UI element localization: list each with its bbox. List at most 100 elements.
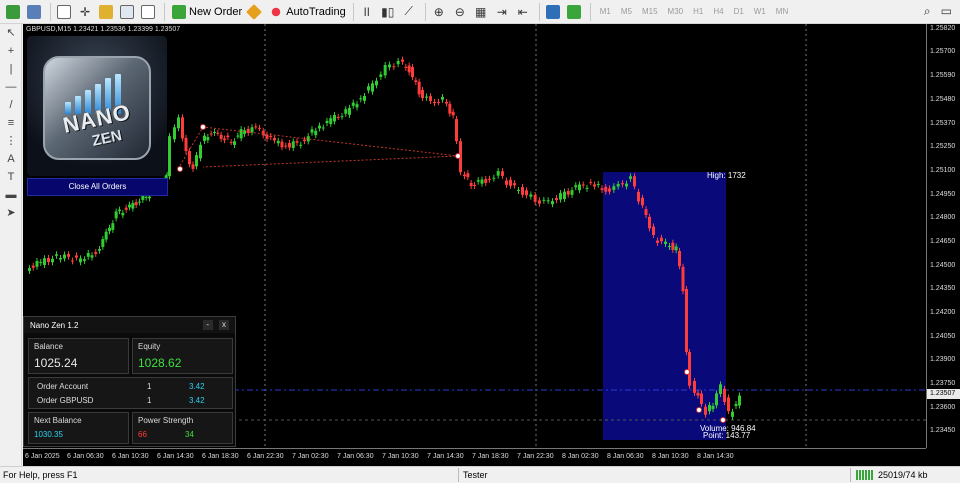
time-label: 7 Jan 18:30 bbox=[472, 453, 509, 460]
chat-icon[interactable]: ▭ bbox=[941, 4, 952, 19]
candle-body bbox=[184, 137, 188, 152]
market-watch-icon[interactable] bbox=[55, 2, 73, 22]
candle-body bbox=[644, 209, 648, 216]
candle-body bbox=[131, 203, 135, 209]
price-label: 1.25370 bbox=[930, 120, 956, 127]
timeframe-h4[interactable]: H4 bbox=[713, 7, 723, 16]
candle-body bbox=[79, 258, 82, 263]
search-icon[interactable]: ⌕ bbox=[924, 4, 931, 19]
candle-body bbox=[715, 393, 718, 406]
terminal-icon[interactable] bbox=[118, 2, 136, 22]
timeframe-w1[interactable]: W1 bbox=[754, 7, 766, 16]
candle-body bbox=[429, 96, 432, 101]
label-tool-icon[interactable]: T bbox=[0, 168, 22, 186]
candlestick-icon[interactable]: ▮▯ bbox=[379, 2, 397, 22]
rectangle-tool-icon[interactable]: ▬ bbox=[0, 186, 22, 204]
timeframe-h1[interactable]: H1 bbox=[693, 7, 703, 16]
timeframe-m15[interactable]: M15 bbox=[642, 7, 658, 16]
traffic-text: 25019/74 kb bbox=[878, 470, 928, 480]
candle-body bbox=[529, 194, 533, 197]
signal-marker bbox=[720, 417, 726, 423]
candle-body bbox=[83, 259, 86, 261]
profiles-icon[interactable] bbox=[25, 2, 43, 22]
line-chart-icon[interactable]: ⟋ bbox=[400, 2, 418, 22]
candle-body bbox=[704, 406, 707, 415]
navigator-icon[interactable] bbox=[97, 2, 115, 22]
candle-body bbox=[371, 83, 374, 92]
time-scale[interactable]: 6 Jan 2025 6 Jan 06:30 6 Jan 10:30 6 Jan… bbox=[23, 448, 926, 466]
vertical-line-icon[interactable]: | bbox=[0, 60, 22, 78]
timeframe-m1[interactable]: M1 bbox=[600, 7, 611, 16]
candle-body bbox=[325, 120, 329, 124]
arrows-tool-icon[interactable]: ➤ bbox=[0, 204, 22, 222]
candle-body bbox=[111, 223, 115, 230]
candle-body bbox=[314, 130, 318, 136]
candle-body bbox=[414, 80, 418, 83]
balance-cell: Balance 1025.24 bbox=[28, 338, 129, 374]
bar-chart-icon[interactable]: ǀǀ bbox=[358, 2, 376, 22]
price-label: 1.24200 bbox=[930, 309, 956, 316]
order-account-label: Order Account bbox=[37, 382, 89, 391]
candle-body bbox=[233, 141, 236, 145]
order-account-count: 1 bbox=[147, 382, 152, 391]
candle-body bbox=[533, 195, 537, 202]
crosshair-tool-icon[interactable]: + bbox=[0, 42, 22, 60]
price-label: 1.25700 bbox=[930, 48, 956, 55]
toolbar-right: ⌕ ▭ bbox=[924, 4, 952, 19]
close-all-orders-button[interactable]: Close All Orders bbox=[27, 178, 168, 196]
candle-body bbox=[206, 137, 210, 141]
autoscroll-icon[interactable]: ⇥ bbox=[493, 2, 511, 22]
drawing-toolbar: ↖ + | — / ≡ ⋮ A T ▬ ➤ bbox=[0, 24, 22, 466]
timeframe-m30[interactable]: M30 bbox=[668, 7, 684, 16]
tester-icon[interactable] bbox=[139, 2, 157, 22]
next-balance-cell: Next Balance 1030.35 bbox=[28, 412, 129, 444]
new-order-button[interactable]: New Order bbox=[169, 2, 245, 22]
fibonacci-icon[interactable]: ⋮ bbox=[0, 132, 22, 150]
time-label: 6 Jan 22:30 bbox=[247, 453, 284, 460]
trendline-icon[interactable]: / bbox=[0, 96, 22, 114]
timeframe-m5[interactable]: M5 bbox=[621, 7, 632, 16]
candle-body bbox=[488, 178, 491, 180]
price-label: 1.23750 bbox=[930, 380, 956, 387]
candle-body bbox=[367, 86, 370, 91]
text-tool-icon[interactable]: A bbox=[0, 150, 22, 168]
candle-body bbox=[664, 241, 667, 244]
toolbar-separator bbox=[538, 2, 540, 21]
status-separator bbox=[458, 468, 459, 482]
chart-window[interactable]: GBPUSD,M15 1.23421 1.23536 1.23399 1.235… bbox=[23, 24, 960, 466]
tile-windows-icon[interactable]: ▦ bbox=[472, 2, 490, 22]
timeframe-mn[interactable]: MN bbox=[776, 7, 788, 16]
panel-close-button[interactable]: x bbox=[219, 320, 229, 330]
candle-body bbox=[219, 134, 223, 139]
candle-body bbox=[570, 190, 574, 195]
candle-body bbox=[291, 141, 295, 148]
app-window: ✛ New Order AutoTrading ǀǀ ▮▯ ⟋ ⊕ ⊖ ▦ ⇥ … bbox=[0, 0, 960, 483]
templates-icon[interactable] bbox=[544, 2, 562, 22]
candle-body bbox=[433, 101, 436, 104]
channel-icon[interactable]: ≡ bbox=[0, 114, 22, 132]
chart-shift-icon[interactable]: ⇤ bbox=[514, 2, 532, 22]
timeframe-d1[interactable]: D1 bbox=[734, 7, 744, 16]
new-chart-icon[interactable] bbox=[4, 2, 22, 22]
metaeditor-icon[interactable] bbox=[245, 2, 263, 22]
indicators-icon[interactable] bbox=[565, 2, 583, 22]
candle-body bbox=[608, 188, 611, 192]
equity-value: 1028.62 bbox=[138, 356, 182, 370]
candle-body bbox=[31, 265, 35, 268]
time-label: 7 Jan 10:30 bbox=[382, 453, 419, 460]
zoom-out-icon[interactable]: ⊖ bbox=[451, 2, 469, 22]
current-price-marker: 1.23507 bbox=[927, 389, 960, 399]
power-strength-green: 34 bbox=[185, 430, 194, 439]
candle-body bbox=[496, 171, 500, 176]
zoom-in-icon[interactable]: ⊕ bbox=[430, 2, 448, 22]
candle-body bbox=[329, 118, 333, 125]
high-range-box bbox=[603, 172, 726, 440]
price-scale[interactable]: 1.25820 1.25700 1.25590 1.25480 1.25370 … bbox=[926, 24, 960, 448]
cursor-icon[interactable]: ↖ bbox=[0, 24, 22, 42]
crosshair-icon[interactable]: ✛ bbox=[76, 2, 94, 22]
candle-body bbox=[375, 80, 378, 86]
horizontal-line-icon[interactable]: — bbox=[0, 78, 22, 96]
panel-minimize-button[interactable]: - bbox=[202, 320, 213, 330]
autotrading-button[interactable]: AutoTrading bbox=[266, 2, 349, 22]
candle-body bbox=[216, 132, 220, 134]
